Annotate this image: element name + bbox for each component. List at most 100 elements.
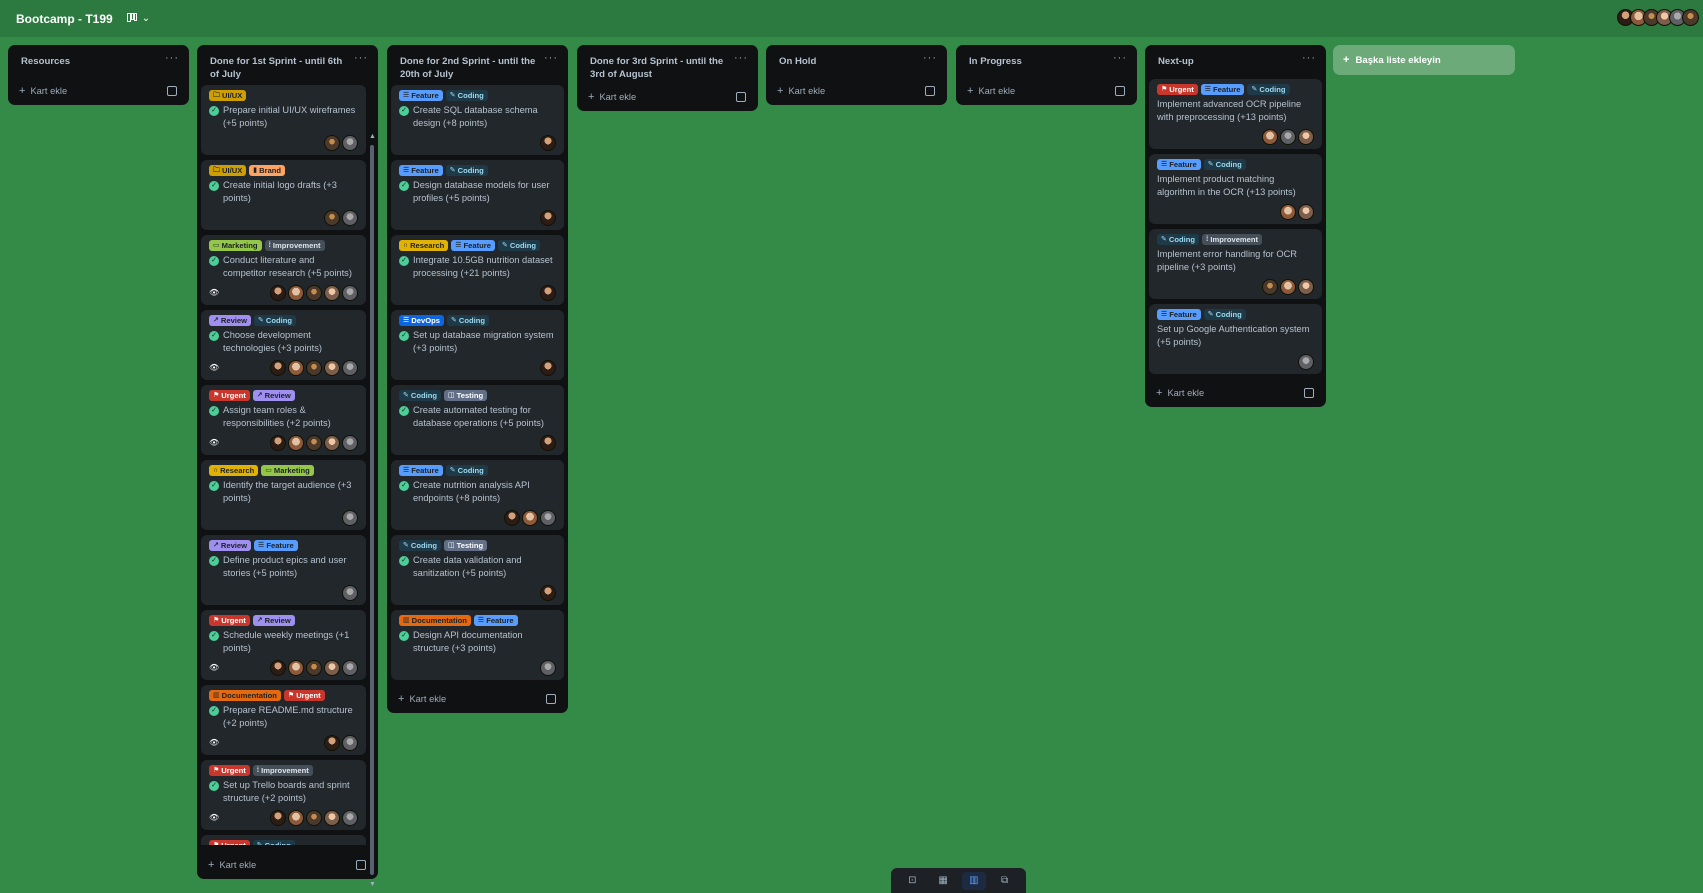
avatar[interactable] — [342, 584, 358, 601]
checkmark-icon[interactable]: ✓ — [209, 181, 219, 191]
avatar[interactable] — [324, 734, 340, 751]
label-review[interactable]: ↗ Review — [209, 315, 252, 326]
label-feature[interactable]: ☰ Feature — [399, 465, 443, 476]
avatar[interactable] — [324, 209, 340, 226]
checkmark-icon[interactable]: ✓ — [399, 406, 409, 416]
label-feature[interactable]: ☰ Feature — [473, 615, 518, 626]
card[interactable]: 🗀 UI/UX ▮ Brand ✓ Create initial logo drafts … — [201, 160, 366, 230]
label-coding[interactable]: ✎Coding — [399, 390, 442, 401]
card[interactable]: ✎ Coding ⁞ Improvement Implement error handl… — [1149, 229, 1322, 299]
card[interactable]: 🗀 UI/UX ✓ Prepare initial UI/UX wireframes … — [201, 85, 366, 155]
card-template-icon[interactable] — [167, 86, 177, 96]
card[interactable]: ☰ Feature ✎ Coding ✓ Design database models f… — [391, 160, 564, 230]
card[interactable]: ▭ Marketing ⁞ Improvement ✓ Conduct literatur… — [201, 235, 366, 305]
avatar[interactable] — [1262, 278, 1278, 295]
avatar[interactable] — [324, 359, 340, 376]
avatar[interactable] — [288, 809, 304, 826]
label-feature[interactable]: ☰ Feature — [254, 540, 298, 551]
avatar[interactable] — [324, 659, 340, 676]
checkmark-icon[interactable]: ✓ — [399, 106, 409, 116]
label-improvement[interactable]: ⁞ Improvement — [264, 240, 325, 251]
list-title[interactable]: Next-up — [1158, 55, 1296, 68]
checkmark-icon[interactable]: ✓ — [209, 331, 219, 341]
label-coding[interactable]: ✎Coding — [445, 90, 488, 101]
list-menu-icon[interactable]: ··· — [734, 52, 748, 64]
add-card-button[interactable]: + Kart ekle — [770, 77, 943, 105]
label-review[interactable]: ↗ Review — [252, 390, 295, 401]
list-menu-icon[interactable]: ··· — [923, 52, 937, 64]
card[interactable]: ✎ Coding ◫ Testing ✓ Create data validation a… — [391, 535, 564, 605]
label-research[interactable]: ∩ Research — [399, 240, 449, 251]
avatar[interactable] — [324, 284, 340, 301]
card[interactable]: ↗ Review ✎ Coding ✓ Choose development techno… — [201, 310, 366, 380]
card[interactable]: ☰ Feature ✎ Coding Set up Google Authenticat… — [1149, 304, 1322, 374]
board-title[interactable]: Bootcamp - T199 — [16, 12, 113, 26]
avatar[interactable] — [270, 434, 286, 451]
checkmark-icon[interactable]: ✓ — [209, 631, 219, 641]
avatar[interactable] — [288, 284, 304, 301]
inbox-icon[interactable]: ⊡ — [900, 872, 924, 890]
avatar[interactable] — [1280, 278, 1296, 295]
label-feature[interactable]: ☰ Feature — [1157, 159, 1201, 170]
switch-boards-icon[interactable]: ⧉ — [993, 872, 1017, 890]
label-coding[interactable]: ✎Coding — [1203, 309, 1246, 320]
card[interactable]: ↗ Review ☰ Feature ✓ Define product epics and… — [201, 535, 366, 605]
checkmark-icon[interactable]: ✓ — [209, 106, 219, 116]
avatar[interactable] — [288, 659, 304, 676]
card-template-icon[interactable] — [1304, 388, 1314, 398]
label-coding[interactable]: ✎Coding — [254, 315, 297, 326]
avatar[interactable] — [504, 509, 520, 526]
checkmark-icon[interactable]: ✓ — [399, 181, 409, 191]
avatar[interactable] — [540, 434, 556, 451]
card[interactable]: ☰ Feature ✎ Coding ✓ Create SQL database sche… — [391, 85, 564, 155]
avatar[interactable] — [342, 659, 358, 676]
list-title[interactable]: Done for 1st Sprint - until 6th of July — [210, 55, 348, 81]
avatar[interactable] — [342, 209, 358, 226]
list-menu-icon[interactable]: ··· — [1302, 52, 1316, 64]
avatar[interactable] — [1280, 128, 1296, 145]
label-documentation[interactable]: ▥ Documentation — [399, 615, 471, 626]
avatar[interactable] — [1298, 203, 1314, 220]
label-urgent[interactable]: ⚑Urgent — [283, 690, 325, 701]
label-coding[interactable]: ✎Coding — [1203, 159, 1246, 170]
card[interactable]: ∩ Research ☰ Feature ✎ Coding ✓ Integrate 10.5G… — [391, 235, 564, 305]
list-menu-icon[interactable]: ··· — [1113, 52, 1127, 64]
avatar[interactable] — [270, 659, 286, 676]
label-coding[interactable]: ✎Coding — [1247, 84, 1290, 95]
list-menu-icon[interactable]: ··· — [165, 52, 179, 64]
avatar[interactable] — [1298, 353, 1314, 370]
avatar[interactable] — [540, 584, 556, 601]
add-card-button[interactable]: + Kart ekle — [581, 83, 754, 111]
list-title[interactable]: On Hold — [779, 55, 917, 68]
card-template-icon[interactable] — [1115, 86, 1125, 96]
card-template-icon[interactable] — [546, 694, 556, 704]
checkmark-icon[interactable]: ✓ — [209, 781, 219, 791]
avatar[interactable] — [342, 359, 358, 376]
label-marketing[interactable]: ▭ Marketing — [261, 465, 314, 476]
card-template-icon[interactable] — [925, 86, 935, 96]
add-card-button[interactable]: + Kart ekle — [960, 77, 1133, 105]
avatar[interactable] — [342, 509, 358, 526]
label-urgent[interactable]: ⚑Urgent — [209, 765, 250, 776]
card[interactable]: ▥ Documentation ⚑ Urgent ✓ Prepare README.md … — [201, 685, 366, 755]
checkmark-icon[interactable]: ✓ — [399, 256, 409, 266]
label-coding[interactable]: ✎Coding — [446, 315, 490, 326]
card[interactable]: ⚑ Urgent ⁞ Improvement ✓ Set up Trello boards… — [201, 760, 366, 830]
card[interactable]: ⚑Urgent✎Coding — [201, 835, 366, 845]
card[interactable]: ☰ Feature ✎ Coding Implement product matchin… — [1149, 154, 1322, 224]
avatar[interactable] — [342, 434, 358, 451]
avatar[interactable] — [324, 809, 340, 826]
avatar[interactable] — [270, 359, 286, 376]
label-feature[interactable]: ☰ Feature — [451, 240, 495, 251]
avatar[interactable] — [522, 509, 538, 526]
label-uiux[interactable]: 🗀 UI/UX — [209, 165, 247, 176]
label-research[interactable]: ∩ Research — [209, 465, 259, 476]
list-title[interactable]: Done for 2nd Sprint - until the 20th of … — [400, 55, 538, 81]
label-review[interactable]: ↗ Review — [252, 615, 295, 626]
list-menu-icon[interactable]: ··· — [544, 52, 558, 64]
avatar[interactable] — [540, 284, 556, 301]
checkmark-icon[interactable]: ✓ — [209, 481, 219, 491]
avatar[interactable] — [342, 134, 358, 151]
add-list-button[interactable]: + Başka liste ekleyin — [1333, 45, 1515, 75]
card[interactable]: ✎ Coding ◫ Testing ✓ Create automated testing… — [391, 385, 564, 455]
